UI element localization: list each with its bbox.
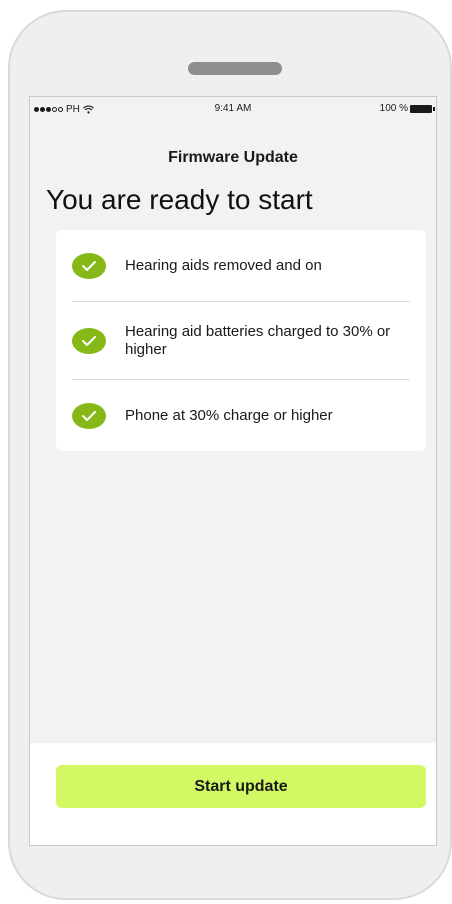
- checklist-item-label: Hearing aid batteries charged to 30% or …: [125, 323, 391, 358]
- checklist-item-label: Phone at 30% charge or higher: [125, 406, 333, 424]
- status-bar: PH 9:41 AM 100 %: [30, 97, 436, 121]
- start-update-button[interactable]: Start update: [56, 765, 426, 808]
- footer-bar: Start update: [30, 743, 436, 845]
- phone-frame: PH 9:41 AM 100 % Firmware Update You are…: [8, 10, 452, 900]
- checklist-card: Hearing aids removed and on Hearing aid …: [56, 230, 426, 451]
- check-circle-icon: [72, 402, 106, 429]
- check-circle-icon: [72, 253, 106, 279]
- checklist-item: Phone at 30% charge or higher: [56, 380, 426, 451]
- checklist-item: Hearing aids removed and on: [56, 230, 426, 302]
- app-screen: PH 9:41 AM 100 % Firmware Update You are…: [29, 96, 437, 846]
- battery-percent: 100 %: [379, 103, 408, 114]
- main-heading: You are ready to start: [46, 184, 313, 215]
- status-right: 100 %: [379, 103, 435, 114]
- checklist-item: Hearing aid batteries charged to 30% or …: [56, 302, 426, 380]
- check-circle-icon: [72, 328, 106, 354]
- status-time: 9:41 AM: [214, 103, 252, 114]
- page-title: Firmware Update: [168, 149, 298, 166]
- battery-icon: [410, 104, 435, 113]
- phone-speaker: [188, 62, 282, 75]
- checklist-item-label: Hearing aids removed and on: [125, 257, 322, 274]
